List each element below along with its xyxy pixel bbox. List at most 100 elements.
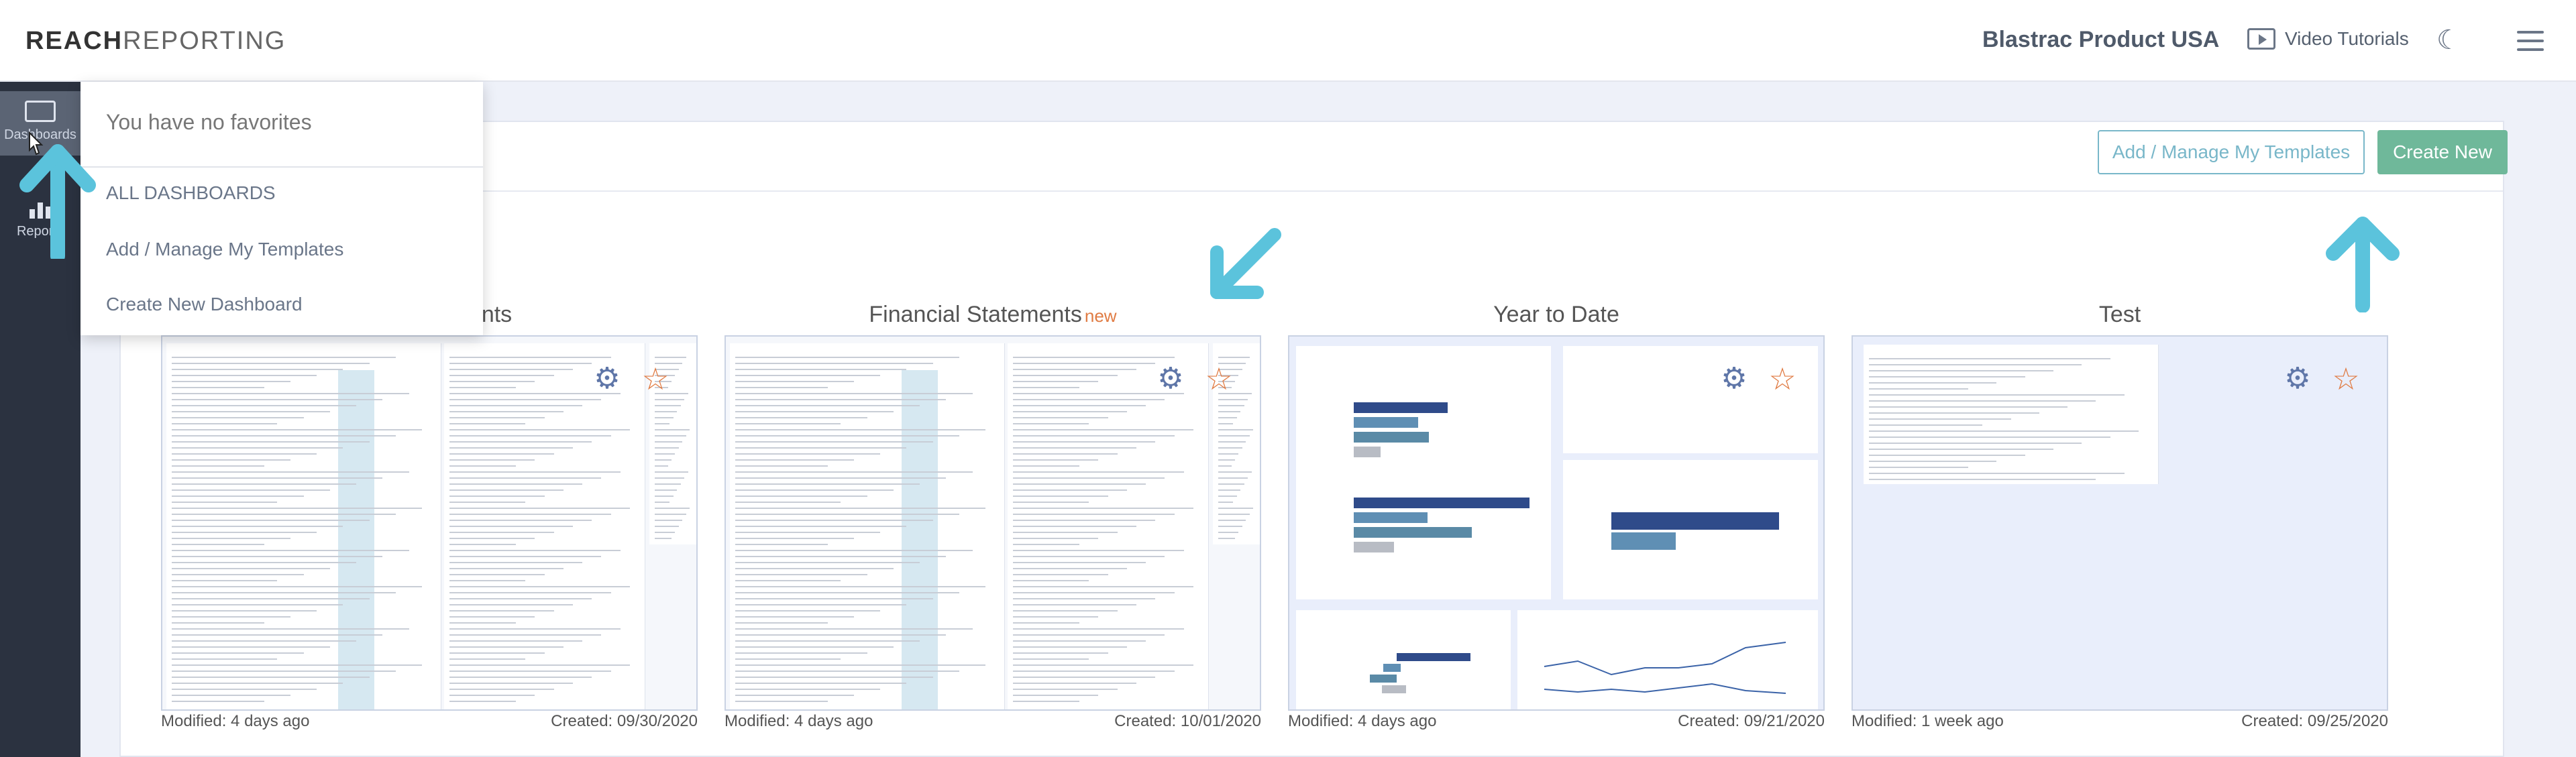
thumb-panel-profit bbox=[1563, 460, 1818, 599]
thumb-row-line bbox=[449, 477, 602, 479]
thumb-row-line bbox=[735, 423, 841, 424]
thumb-row-line bbox=[1013, 610, 1118, 612]
card-thumbnail[interactable]: ⚙ ☆ bbox=[1288, 335, 1825, 711]
thumb-row-line bbox=[172, 471, 409, 473]
thumb-row-line bbox=[1013, 508, 1193, 509]
thumb-row-line bbox=[449, 580, 526, 581]
favorite-star-icon[interactable]: ☆ bbox=[1766, 362, 1799, 396]
thumb-row-line bbox=[1218, 399, 1248, 400]
logo-light-text: REPORTING bbox=[123, 27, 286, 55]
thumb-row-line bbox=[1218, 459, 1235, 461]
thumb-row-line bbox=[735, 405, 920, 406]
thumb-row-line bbox=[449, 447, 573, 449]
hamburger-menu-icon[interactable] bbox=[2517, 31, 2544, 51]
favorite-star-icon[interactable]: ☆ bbox=[1202, 362, 1236, 396]
thumb-row-line bbox=[172, 683, 343, 684]
settings-gear-icon[interactable]: ⚙ bbox=[1719, 363, 1750, 394]
thumb-row-line bbox=[172, 459, 290, 461]
menu-item-create-dashboard[interactable]: Create New Dashboard bbox=[106, 294, 303, 315]
thumb-row-line bbox=[172, 562, 357, 563]
thumb-row-line bbox=[735, 683, 907, 684]
thumb-row-line bbox=[735, 393, 973, 394]
card-title[interactable]: nents bbox=[456, 302, 698, 328]
thumb-row-line bbox=[449, 640, 583, 642]
thumb-row-line bbox=[449, 520, 592, 521]
thumb-row-line bbox=[735, 634, 947, 636]
thumb-row-line bbox=[172, 393, 409, 394]
create-new-button[interactable]: Create New bbox=[2377, 130, 2508, 174]
thumb-row-line bbox=[1869, 418, 2011, 420]
thumb-row-line bbox=[1013, 489, 1127, 491]
thumb-row-line bbox=[655, 520, 683, 521]
thumb-row-line bbox=[172, 502, 278, 503]
thumb-row-line bbox=[735, 387, 828, 388]
company-name[interactable]: Blastrac Product USA bbox=[1982, 27, 2219, 53]
card-title[interactable]: Financial Statements new bbox=[724, 302, 1261, 328]
card-title[interactable]: Year to Date bbox=[1288, 302, 1825, 328]
thumb-row-line bbox=[449, 508, 630, 509]
favorite-star-icon[interactable]: ☆ bbox=[639, 362, 672, 396]
thumb-row-line bbox=[1218, 417, 1237, 418]
thumb-row-line bbox=[1869, 412, 2039, 414]
thumb-row-line bbox=[1013, 381, 1099, 382]
video-tutorials-link[interactable]: Video Tutorials bbox=[2247, 28, 2409, 50]
thumb-row-line bbox=[735, 508, 986, 509]
thumb-row-line bbox=[1218, 483, 1244, 485]
thumb-row-line bbox=[172, 586, 423, 587]
thumb-row-line bbox=[1013, 435, 1175, 436]
thumb-row-line bbox=[172, 429, 423, 430]
thumb-row-line bbox=[1013, 411, 1127, 412]
thumb-row-line bbox=[172, 423, 278, 424]
menu-item-all-dashboards[interactable]: ALL DASHBOARDS bbox=[106, 182, 276, 204]
thumb-row-line bbox=[655, 435, 686, 436]
thumb-row-line bbox=[1869, 455, 2025, 456]
thumb-row-line bbox=[1869, 467, 1969, 468]
modified-label: Modified: 1 week ago bbox=[1851, 712, 2004, 730]
card-thumbnail[interactable]: ⚙ ☆ bbox=[1851, 335, 2388, 711]
thumb-row-line bbox=[1869, 479, 2096, 480]
thumb-row-line bbox=[172, 640, 357, 642]
thumb-row-line bbox=[449, 658, 526, 660]
manage-templates-button[interactable]: Add / Manage My Templates bbox=[2098, 130, 2365, 174]
thumb-row-line bbox=[1218, 538, 1235, 539]
thumb-row-line bbox=[655, 489, 677, 491]
thumb-row-line bbox=[1013, 622, 1080, 624]
card-thumbnail[interactable]: ⚙ ☆ bbox=[161, 335, 698, 711]
thumb-row-line bbox=[172, 634, 383, 636]
thumb-row-line bbox=[735, 375, 881, 376]
thumb-row-line bbox=[655, 532, 676, 533]
logo[interactable]: REACHREPORTING bbox=[25, 27, 286, 56]
thumb-row-line bbox=[449, 550, 621, 551]
thumb-row-line bbox=[1869, 394, 2125, 396]
card-title[interactable]: Test bbox=[1851, 302, 2388, 328]
logo-bold-text: REACH bbox=[25, 27, 123, 55]
thumb-row-line bbox=[1218, 435, 1250, 436]
thumb-row-line bbox=[735, 526, 907, 527]
settings-gear-icon[interactable]: ⚙ bbox=[1155, 363, 1186, 394]
thumb-row-line bbox=[1013, 465, 1080, 467]
new-badge: new bbox=[1084, 306, 1117, 326]
thumb-row-line bbox=[735, 550, 973, 551]
thumb-line-chart bbox=[1544, 642, 1786, 694]
thumb-row-line bbox=[655, 496, 674, 497]
thumb-row-line bbox=[735, 489, 894, 491]
thumb-row-line bbox=[1013, 562, 1146, 563]
menu-item-manage-templates[interactable]: Add / Manage My Templates bbox=[106, 239, 343, 260]
thumb-row-line bbox=[735, 520, 933, 521]
thumb-row-line bbox=[735, 574, 867, 575]
thumb-row-line bbox=[1013, 441, 1156, 443]
thumb-row-line bbox=[1013, 664, 1193, 666]
thumb-row-line bbox=[449, 562, 583, 563]
favorite-star-icon[interactable]: ☆ bbox=[2329, 362, 2363, 396]
thumb-row-line bbox=[735, 477, 947, 479]
thumb-row-line bbox=[449, 502, 526, 503]
settings-gear-icon[interactable]: ⚙ bbox=[592, 363, 623, 394]
thumb-row-line bbox=[449, 375, 554, 376]
card-thumbnail[interactable]: ⚙ ☆ bbox=[724, 335, 1261, 711]
settings-gear-icon[interactable]: ⚙ bbox=[2282, 363, 2313, 394]
dark-mode-moon-icon[interactable]: ☾ bbox=[2436, 25, 2466, 55]
thumb-row-line bbox=[172, 568, 330, 569]
created-label: Created: 09/25/2020 bbox=[2241, 712, 2388, 730]
thumb-row-line bbox=[1869, 436, 2110, 438]
thumb-row-line bbox=[449, 363, 592, 364]
